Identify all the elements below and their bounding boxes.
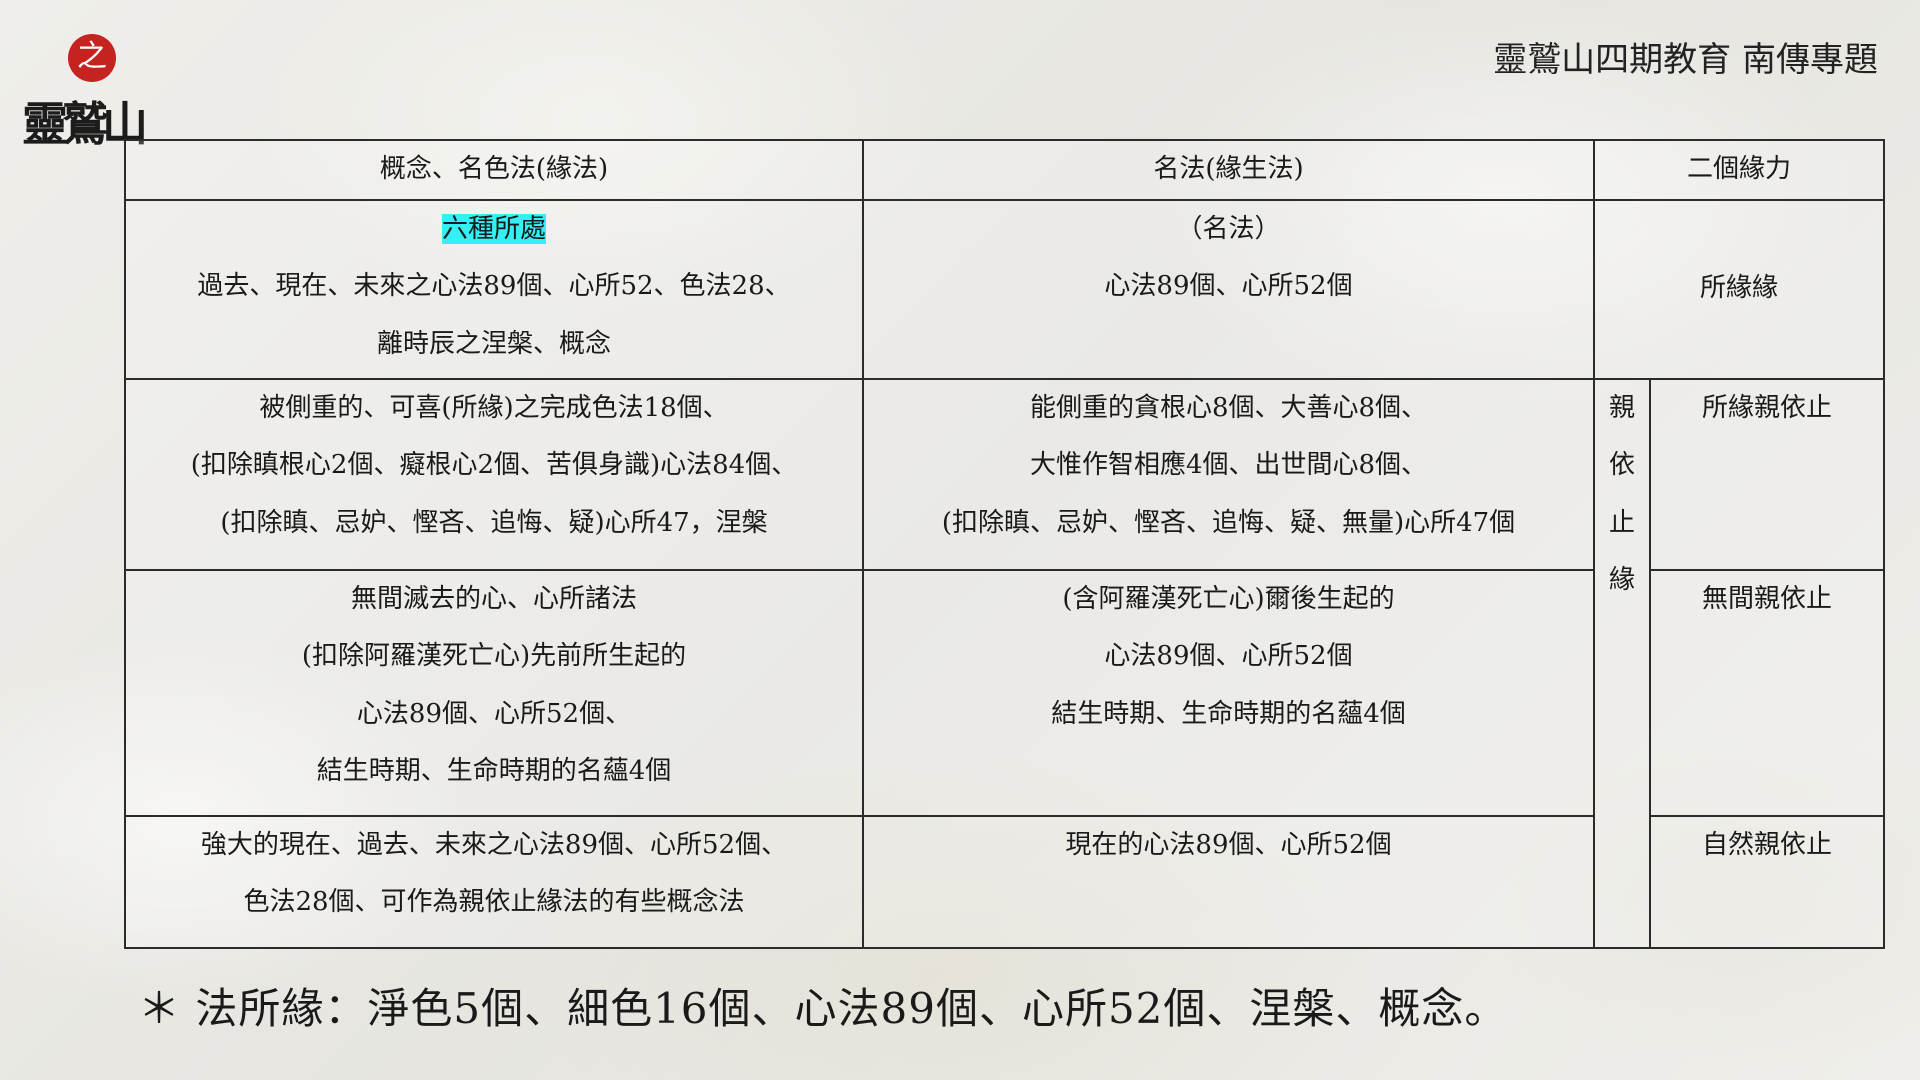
header-cell: 概念、名色法(緣法)	[124, 139, 864, 201]
table-cell: 所緣親依止	[1648, 377, 1886, 571]
header-cell: 二個緣力	[1592, 139, 1886, 201]
cell-line: 現在的心法89個、心所52個	[1065, 829, 1392, 860]
table-cell: 無間親依止	[1648, 568, 1886, 817]
cell-line: （名法）	[1176, 213, 1281, 244]
table-cell: 所緣緣	[1592, 198, 1886, 380]
cell-line: 心法89個、心所52個	[1104, 271, 1353, 301]
cell-line: 結生時期、生命時期的名蘊4個	[316, 756, 672, 786]
cell-line: 過去、現在、未來之心法89個、心所52、色法28、	[197, 271, 791, 301]
cell-line: (扣除瞋、忌妒、慳吝、追悔、疑)心所47，涅槃	[220, 507, 768, 538]
table-cell: 六種所處 過去、現在、未來之心法89個、心所52、色法28、 離時辰之涅槃、概念	[124, 198, 864, 380]
table-header-row: 概念、名色法(緣法) 名法(緣生法) 二個緣力	[124, 139, 1886, 201]
cell-line: 強大的現在、過去、未來之心法89個、心所52個、	[200, 829, 788, 860]
cell-line: 結生時期、生命時期的名蘊4個	[1051, 698, 1406, 729]
cell-line: 能側重的貪根心8個、大善心8個、	[1029, 392, 1428, 423]
table-cell: 自然親依止	[1648, 814, 1886, 949]
table-cell: （名法） 心法89個、心所52個	[862, 198, 1595, 380]
vertical-char: 止	[1608, 507, 1635, 538]
cell-line: 色法28個、可作為親依止緣法的有些概念法	[243, 887, 745, 917]
cell-line: (扣除瞋、忌妒、慳吝、追悔、疑、無量)心所47個	[941, 507, 1516, 538]
vertical-char: 親	[1608, 392, 1635, 423]
cell-line: (含阿羅漢死亡心)爾後生起的	[1062, 583, 1395, 614]
table-cell: 被側重的、可喜(所緣)之完成色法18個、 (扣除瞋根心2個、癡根心2個、苦俱身識…	[124, 377, 864, 571]
vertical-char: 緣	[1608, 565, 1635, 595]
cell-line: 離時辰之涅槃、概念	[376, 328, 611, 359]
header-cell: 名法(緣生法)	[862, 139, 1595, 201]
cell-line: (扣除瞋根心2個、癡根心2個、苦俱身識)心法84個、	[190, 450, 798, 480]
vertical-char: 依	[1608, 450, 1635, 480]
logo-seal-icon: 之	[68, 34, 116, 82]
table-row: 被側重的、可喜(所緣)之完成色法18個、 (扣除瞋根心2個、癡根心2個、苦俱身識…	[124, 377, 1886, 949]
table-cell: 現在的心法89個、心所52個	[862, 814, 1595, 949]
table-cell: 能側重的貪根心8個、大善心8個、 大惟作智相應4個、出世間心8個、 (扣除瞋、忌…	[862, 377, 1595, 571]
footnote: ＊ 法所緣：淨色5個、細色16個、心法89個、心所52個、涅槃、概念。	[138, 984, 1508, 1033]
brand-title: 靈鷲山四期教育 南傳專題	[1493, 40, 1878, 80]
vertical-label-cell: 親 依 止 緣	[1593, 377, 1651, 949]
cell-line: 無間滅去的心、心所諸法	[350, 583, 637, 614]
cell-line: 心法89個、心所52個、	[356, 698, 632, 729]
cell-line: 被側重的、可喜(所緣)之完成色法18個、	[259, 392, 729, 423]
highlighted-text: 六種所處	[441, 213, 546, 244]
table-row: 六種所處 過去、現在、未來之心法89個、心所52、色法28、 離時辰之涅槃、概念…	[124, 198, 1886, 380]
table-cell: 強大的現在、過去、未來之心法89個、心所52個、 色法28個、可作為親依止緣法的…	[124, 814, 864, 949]
cell-line: (扣除阿羅漢死亡心)先前所生起的	[301, 641, 687, 671]
table-cell: 無間滅去的心、心所諸法 (扣除阿羅漢死亡心)先前所生起的 心法89個、心所52個…	[124, 568, 864, 817]
cell-line: 心法89個、心所52個	[1104, 641, 1353, 671]
table-cell: (含阿羅漢死亡心)爾後生起的 心法89個、心所52個 結生時期、生命時期的名蘊4…	[862, 568, 1595, 817]
cell-line: 大惟作智相應4個、出世間心8個、	[1029, 450, 1428, 480]
conditions-table: 概念、名色法(緣法) 名法(緣生法) 二個緣力 六種所處 過去、現在、未來之心法…	[124, 139, 1886, 949]
